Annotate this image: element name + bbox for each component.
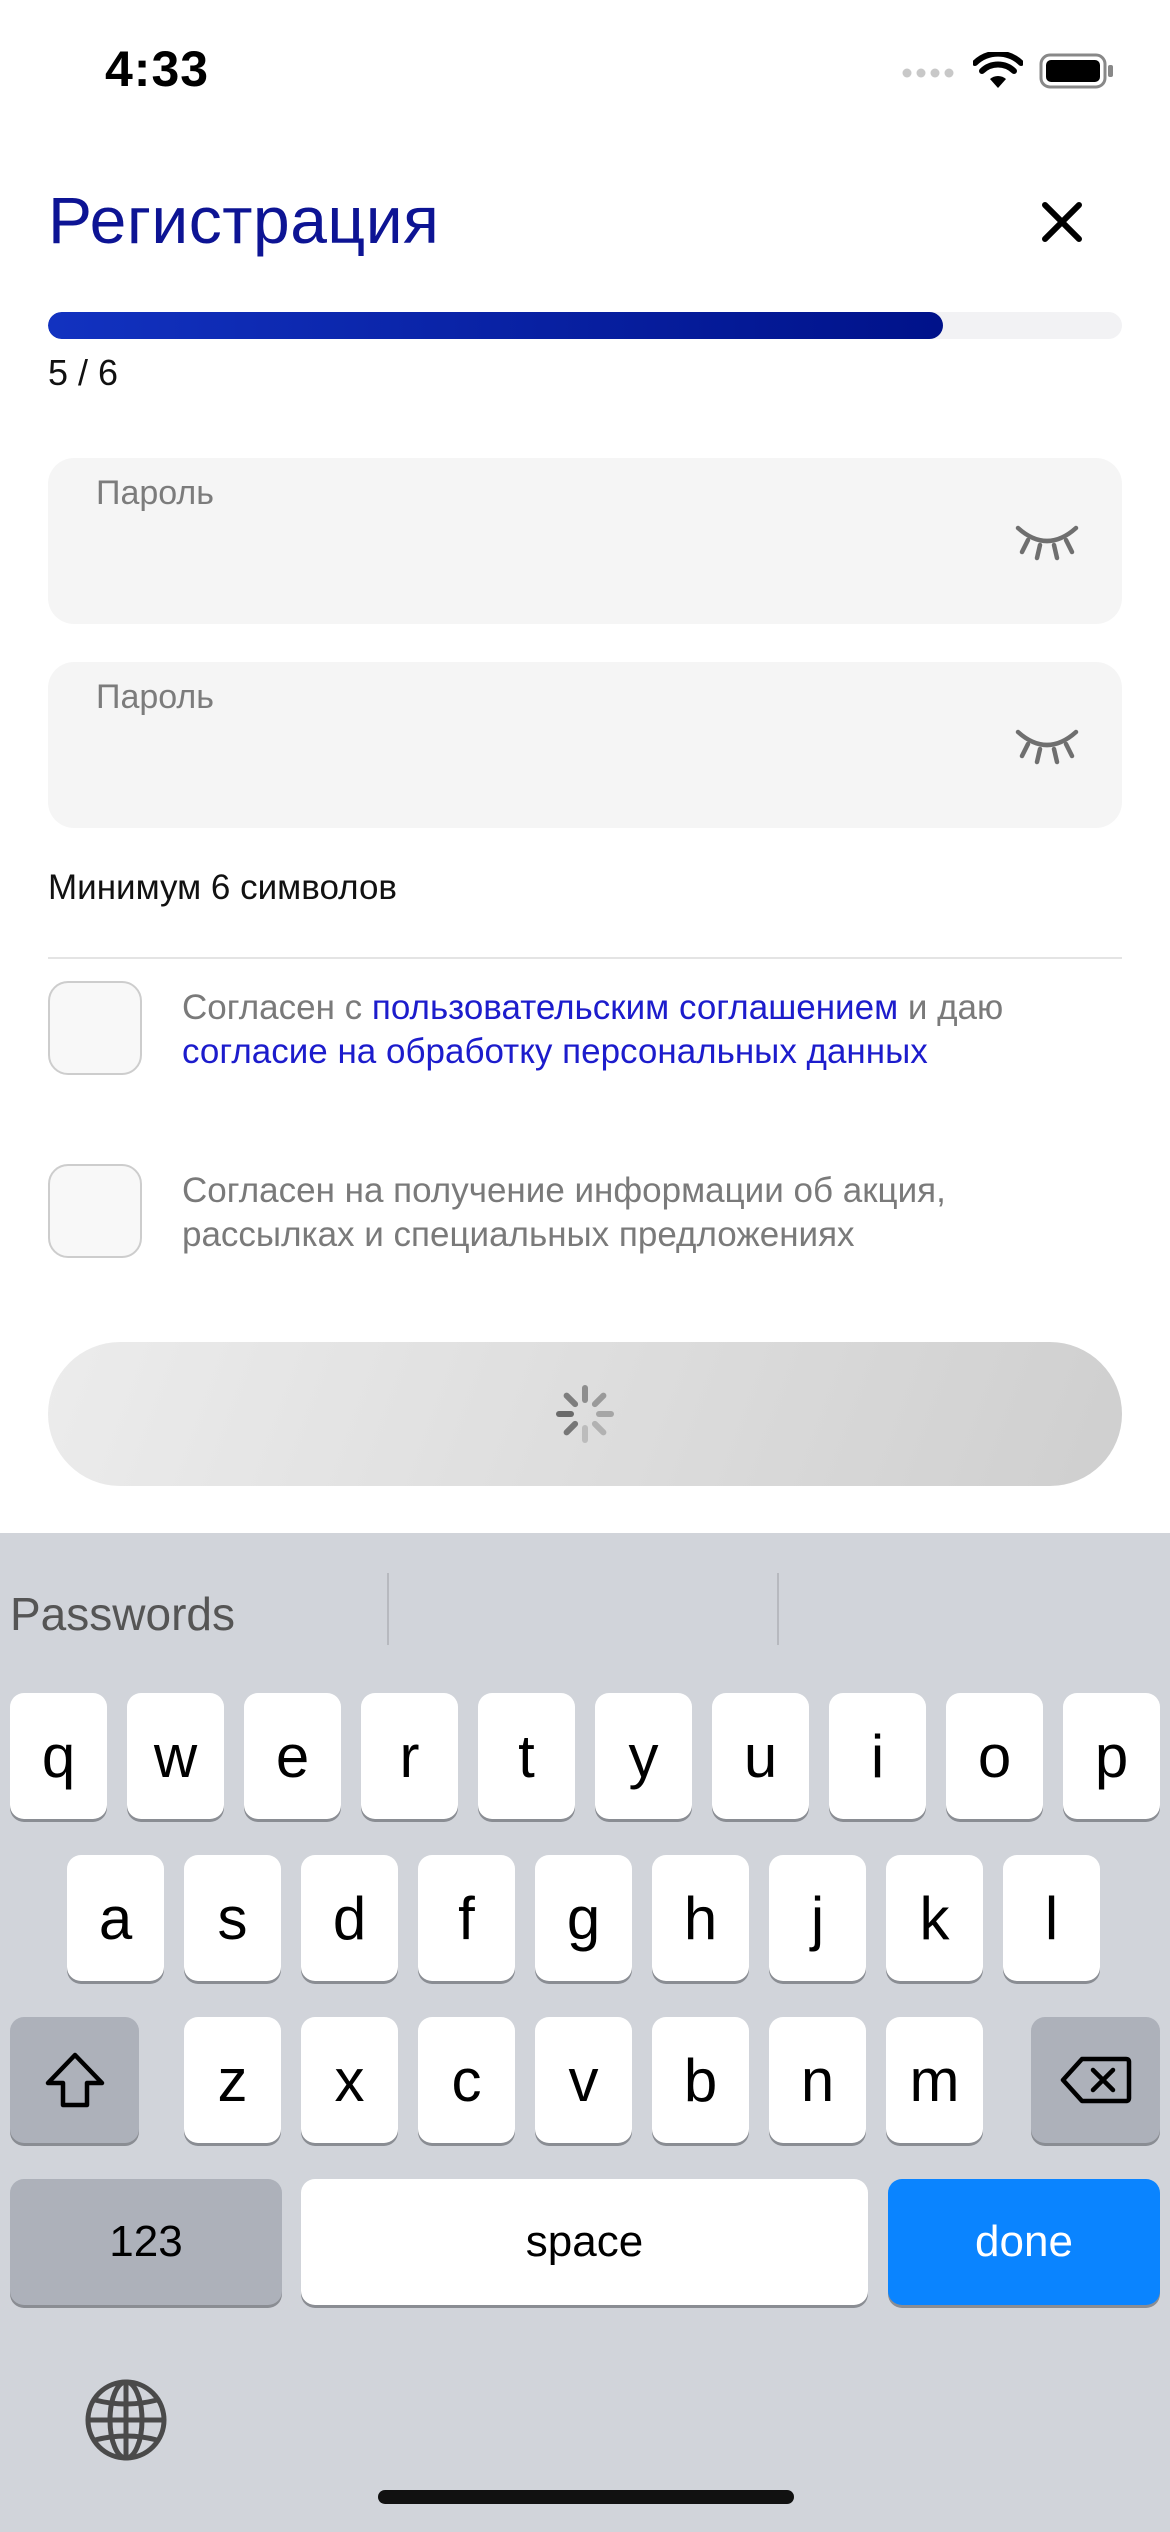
shift-icon <box>45 2052 104 2108</box>
password-hint: Минимум 6 символов <box>48 868 398 907</box>
status-time: 4:33 <box>105 41 210 97</box>
close-icon <box>1042 202 1082 242</box>
key-j[interactable]: j <box>769 1855 866 1981</box>
progress-bar-fill <box>48 312 943 339</box>
key-r[interactable]: r <box>361 1693 458 1819</box>
key-x[interactable]: x <box>301 2017 398 2143</box>
key-e[interactable]: e <box>244 1693 341 1819</box>
key-l[interactable]: l <box>1003 1855 1100 1981</box>
marketing-text: Согласен на получение информации об акци… <box>182 1171 946 1254</box>
terms-middle: и даю <box>898 988 1004 1027</box>
keyboard: Passwords q w e r t y u i o p a s d f g … <box>0 1533 1170 2532</box>
key-n[interactable]: n <box>769 2017 866 2143</box>
home-indicator <box>378 2490 794 2504</box>
key-w[interactable]: w <box>127 1693 224 1819</box>
loading-spinner-icon <box>556 1385 614 1443</box>
key-z[interactable]: z <box>184 2017 281 2143</box>
key-a[interactable]: a <box>67 1855 164 1981</box>
password-field-label: Пароль <box>96 474 214 512</box>
status-icons <box>901 50 1115 95</box>
cellular-icon <box>901 63 957 84</box>
key-o[interactable]: o <box>946 1693 1043 1819</box>
terms-prefix: Согласен с <box>182 988 372 1027</box>
progress-step-text: 5 / 6 <box>48 352 119 393</box>
password-input[interactable] <box>96 528 1000 590</box>
shift-key[interactable] <box>10 2017 139 2143</box>
suggestion-divider <box>777 1573 779 1645</box>
key-k[interactable]: k <box>886 1855 983 1981</box>
key-c[interactable]: c <box>418 2017 515 2143</box>
passwords-suggestion[interactable]: Passwords <box>10 1587 235 1641</box>
backspace-icon <box>1060 2056 1131 2104</box>
key-t[interactable]: t <box>478 1693 575 1819</box>
key-h[interactable]: h <box>652 1855 749 1981</box>
key-g[interactable]: g <box>535 1855 632 1981</box>
terms-text: Согласен с пользовательским соглашением … <box>182 986 1112 1074</box>
delete-key[interactable] <box>1031 2017 1160 2143</box>
eye-closed-icon[interactable] <box>1012 520 1082 562</box>
space-key[interactable]: space <box>301 2179 868 2305</box>
battery-icon <box>1039 53 1115 94</box>
divider <box>48 957 1122 959</box>
wifi-icon <box>972 50 1024 95</box>
password-field[interactable]: Пароль <box>48 458 1122 624</box>
user-agreement-link[interactable]: пользовательским соглашением <box>372 988 898 1027</box>
marketing-checkbox[interactable] <box>48 1164 142 1258</box>
confirm-password-field[interactable]: Пароль <box>48 662 1122 828</box>
confirm-password-input[interactable] <box>96 732 1000 794</box>
numbers-key[interactable]: 123 <box>10 2179 282 2305</box>
eye-closed-icon[interactable] <box>1012 724 1082 766</box>
suggestion-divider <box>387 1573 389 1645</box>
progress-bar <box>48 312 1122 339</box>
key-p[interactable]: p <box>1063 1693 1160 1819</box>
key-m[interactable]: m <box>886 2017 983 2143</box>
personal-data-consent-link[interactable]: согласие на обработку персональных данны… <box>182 1032 928 1071</box>
key-i[interactable]: i <box>829 1693 926 1819</box>
globe-icon[interactable] <box>84 2378 168 2462</box>
done-key[interactable]: done <box>888 2179 1160 2305</box>
confirm-password-field-label: Пароль <box>96 678 214 716</box>
key-b[interactable]: b <box>652 2017 749 2143</box>
key-q[interactable]: q <box>10 1693 107 1819</box>
close-button[interactable] <box>1030 190 1094 254</box>
key-f[interactable]: f <box>418 1855 515 1981</box>
key-u[interactable]: u <box>712 1693 809 1819</box>
key-y[interactable]: y <box>595 1693 692 1819</box>
key-d[interactable]: d <box>301 1855 398 1981</box>
key-s[interactable]: s <box>184 1855 281 1981</box>
terms-checkbox[interactable] <box>48 981 142 1075</box>
submit-button[interactable] <box>48 1342 1122 1486</box>
key-v[interactable]: v <box>535 2017 632 2143</box>
page-title: Регистрация <box>48 183 440 257</box>
